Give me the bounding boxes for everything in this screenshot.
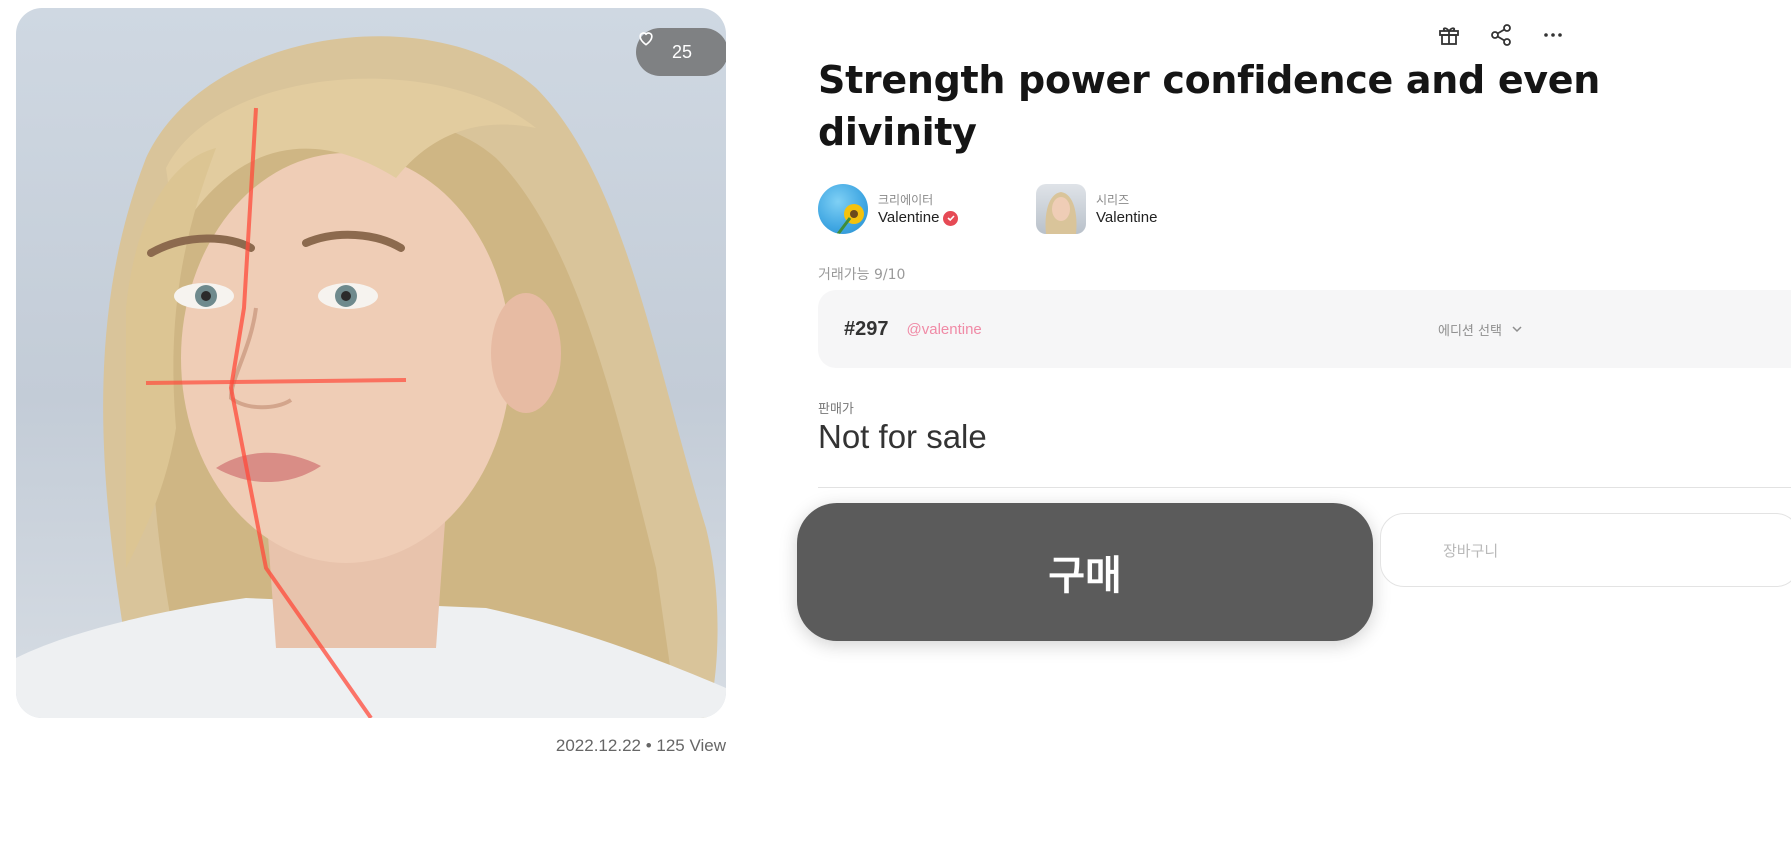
artwork-image[interactable]: 25 [16, 8, 726, 718]
like-count: 25 [671, 41, 693, 62]
edition-select[interactable]: 에디션 선택 [1438, 320, 1524, 339]
creator-label: 크리에이터 [878, 193, 934, 207]
creator-avatar [818, 184, 868, 234]
sunflower-icon [836, 204, 864, 234]
buy-button[interactable]: 구매 [797, 503, 1373, 641]
artwork-title: Strength power confidence and even divin… [818, 58, 1600, 154]
series-label: 시리즈 [1096, 193, 1130, 207]
header-actions [1434, 20, 1568, 50]
series-avatar [1036, 184, 1086, 234]
verified-icon [943, 210, 959, 226]
edition-number: #297 [844, 317, 889, 340]
share-icon [1491, 24, 1511, 46]
like-button[interactable]: 25 [636, 28, 726, 76]
edition-selector[interactable]: #297 @valentine 에디션 선택 [818, 290, 1791, 368]
series-thumbnail-icon [1045, 192, 1077, 234]
creator-name: Valentine [878, 209, 940, 226]
share-button[interactable] [1486, 20, 1516, 50]
gift-button[interactable] [1434, 20, 1464, 50]
series-link[interactable]: 시리즈 Valentine [1036, 184, 1157, 234]
more-icon [1544, 33, 1562, 37]
divider [818, 487, 1791, 488]
owner-handle[interactable]: @valentine [907, 321, 982, 338]
price-label: 판매가 [818, 402, 854, 417]
add-to-cart-button[interactable]: 장바구니 [1380, 513, 1791, 587]
price-value: Not for sale [818, 418, 987, 455]
chevron-down-icon [1512, 326, 1522, 333]
creator-link[interactable]: 크리에이터 Valentine [818, 184, 959, 234]
portrait-illustration [16, 36, 726, 718]
more-button[interactable] [1538, 20, 1568, 50]
heart-icon [639, 32, 653, 46]
series-name: Valentine [1096, 209, 1158, 226]
tradeable-count: 거래가능 9/10 [818, 267, 906, 283]
edition-select-label: 에디션 선택 [1438, 323, 1502, 339]
gift-icon [1439, 27, 1459, 45]
date-views: 2022.12.22 • 125 View [555, 736, 726, 755]
